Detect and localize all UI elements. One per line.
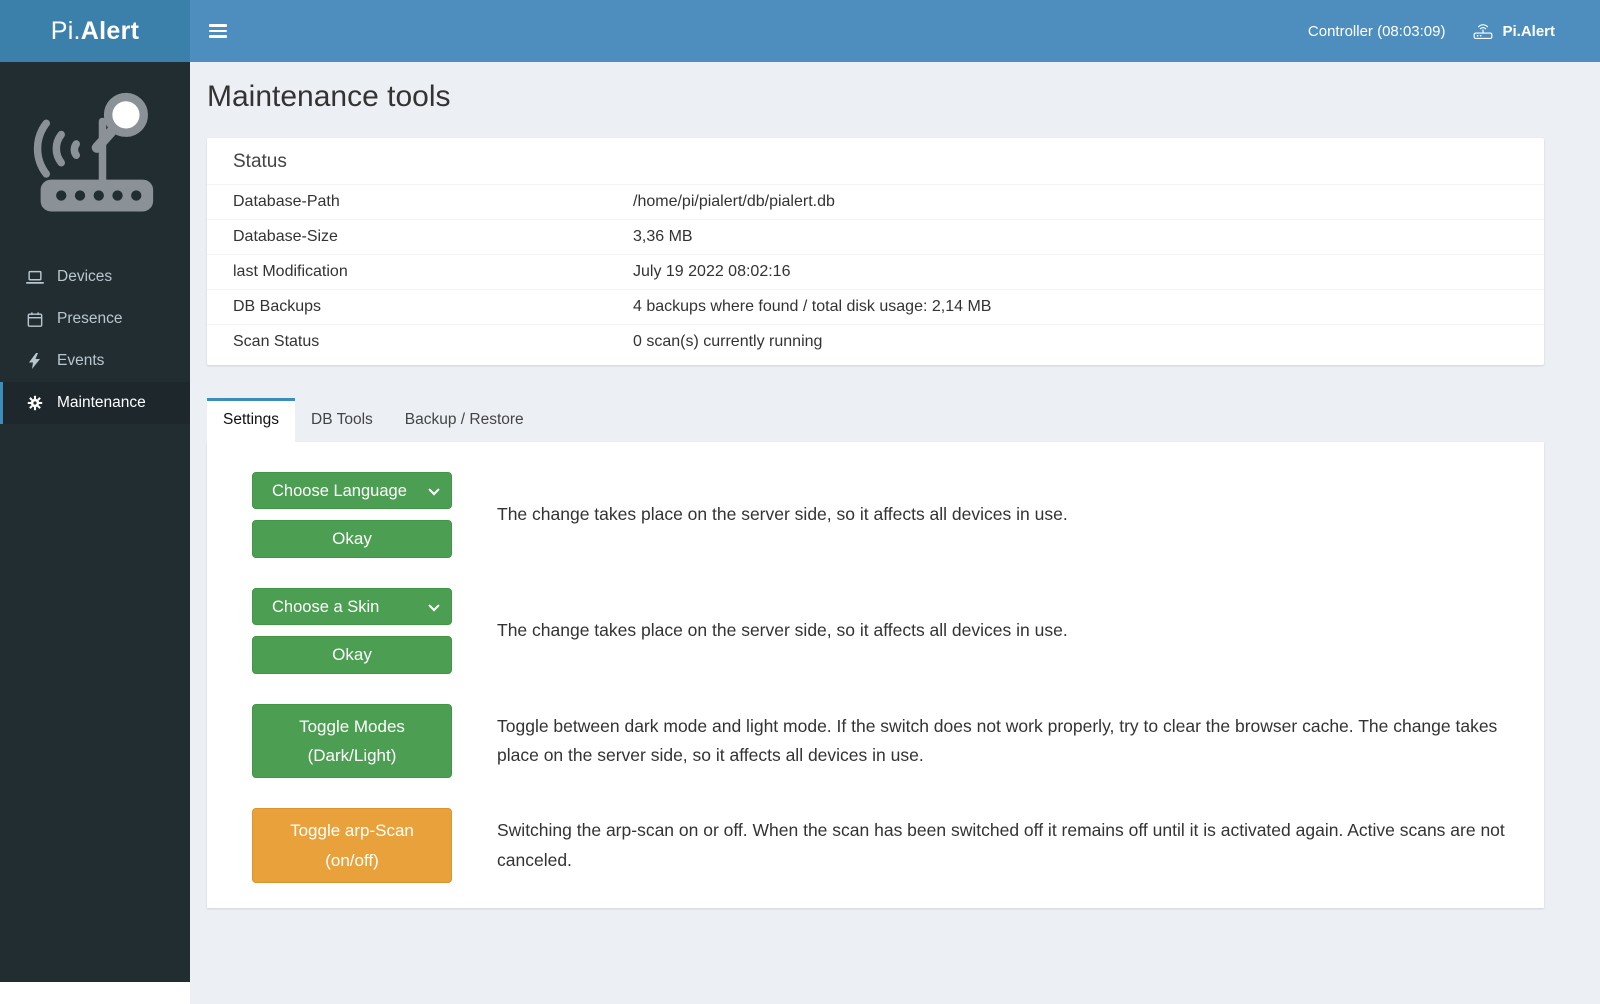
app-logo-suffix: Alert (81, 17, 139, 46)
gear-icon (25, 395, 45, 411)
sidebar-item-devices[interactable]: Devices (0, 256, 190, 298)
app-window: Pi.Alert Controller (08:03:09) (0, 0, 1600, 1004)
status-value: 0 scan(s) currently running (633, 333, 1518, 351)
navbar-brand[interactable]: Pi.Alert (1458, 21, 1600, 42)
skin-description: The change takes place on the server sid… (497, 616, 1068, 645)
sidebar-column: Devices Presence (0, 62, 190, 1004)
status-row: Scan Status 0 scan(s) currently running (207, 324, 1544, 359)
sidebar-item-label: Maintenance (57, 394, 146, 412)
language-select-wrapper: Choose Language (252, 472, 452, 509)
pialert-router-logo (0, 62, 190, 242)
navbar-right: Controller (08:03:09) (1295, 21, 1600, 42)
status-label: Database-Path (233, 193, 633, 211)
language-description: The change takes place on the server sid… (497, 500, 1068, 529)
app-logo-prefix: Pi. (51, 17, 81, 46)
sidebar-item-presence[interactable]: Presence (0, 298, 190, 340)
router-icon (1473, 21, 1493, 42)
skin-select-wrapper: Choose a Skin (252, 588, 452, 625)
tab-db-tools[interactable]: DB Tools (295, 398, 389, 442)
status-value: /home/pi/pialert/db/pialert.db (633, 193, 1518, 211)
calendar-icon (25, 311, 45, 328)
sidebar-menu: Devices Presence (0, 256, 190, 424)
toggle-arpscan-button[interactable]: Toggle arp-Scan (on/off) (252, 808, 452, 882)
language-select[interactable]: Choose Language (252, 472, 452, 509)
content-area: Maintenance tools Status Database-Path /… (190, 62, 1600, 1004)
navbar-brand-label: Pi.Alert (1502, 23, 1555, 40)
hamburger-icon (209, 24, 227, 38)
status-row: last Modification July 19 2022 08:02:16 (207, 254, 1544, 289)
status-value: 3,36 MB (633, 228, 1518, 246)
toggle-modes-setting-row: Toggle Modes (Dark/Light) Toggle between… (252, 704, 1524, 778)
status-card-title: Status (207, 138, 1544, 184)
sidebar-item-label: Presence (57, 310, 122, 328)
sidebar-toggle-button[interactable] (190, 0, 245, 62)
toggle-arpscan-setting-row: Toggle arp-Scan (on/off) Switching the a… (252, 808, 1524, 882)
sidebar: Devices Presence (0, 62, 190, 982)
settings-tab-panel: Choose Language Okay The change takes pl… (207, 442, 1544, 908)
status-label: Scan Status (233, 333, 633, 351)
status-value: 4 backups where found / total disk usage… (633, 298, 1518, 316)
tab-settings[interactable]: Settings (207, 398, 295, 442)
toggle-arpscan-controls: Toggle arp-Scan (on/off) (252, 808, 452, 882)
status-card-body: Database-Path /home/pi/pialert/db/pialer… (207, 184, 1544, 365)
skin-setting-row: Choose a Skin Okay The change takes plac… (252, 588, 1524, 674)
bolt-icon (25, 353, 45, 369)
sidebar-item-label: Events (57, 352, 104, 370)
language-okay-button[interactable]: Okay (252, 520, 452, 558)
controller-status[interactable]: Controller (08:03:09) (1295, 23, 1459, 40)
top-bar: Pi.Alert Controller (08:03:09) (0, 0, 1600, 62)
tab-bar: Settings DB Tools Backup / Restore (207, 398, 1544, 442)
skin-select[interactable]: Choose a Skin (252, 588, 452, 625)
app-logo[interactable]: Pi.Alert (0, 0, 190, 62)
status-label: Database-Size (233, 228, 633, 246)
laptop-icon (25, 270, 45, 285)
tab-backup-restore[interactable]: Backup / Restore (389, 398, 540, 442)
skin-controls: Choose a Skin Okay (252, 588, 452, 674)
status-row: Database-Size 3,36 MB (207, 219, 1544, 254)
toggle-modes-controls: Toggle Modes (Dark/Light) (252, 704, 452, 778)
status-row: DB Backups 4 backups where found / total… (207, 289, 1544, 324)
status-card: Status Database-Path /home/pi/pialert/db… (207, 138, 1544, 365)
navbar: Controller (08:03:09) (190, 0, 1600, 62)
skin-okay-button[interactable]: Okay (252, 636, 452, 674)
status-row: Database-Path /home/pi/pialert/db/pialer… (207, 184, 1544, 219)
toggle-modes-button[interactable]: Toggle Modes (Dark/Light) (252, 704, 452, 778)
sidebar-item-maintenance[interactable]: Maintenance (0, 382, 190, 424)
language-setting-row: Choose Language Okay The change takes pl… (252, 472, 1524, 558)
toggle-arpscan-description: Switching the arp-scan on or off. When t… (497, 816, 1524, 874)
sidebar-item-label: Devices (57, 268, 112, 286)
sidebar-item-events[interactable]: Events (0, 340, 190, 382)
status-value: July 19 2022 08:02:16 (633, 263, 1518, 281)
status-label: last Modification (233, 263, 633, 281)
page-title: Maintenance tools (207, 80, 1544, 114)
status-label: DB Backups (233, 298, 633, 316)
toggle-modes-description: Toggle between dark mode and light mode.… (497, 712, 1524, 770)
language-controls: Choose Language Okay (252, 472, 452, 558)
